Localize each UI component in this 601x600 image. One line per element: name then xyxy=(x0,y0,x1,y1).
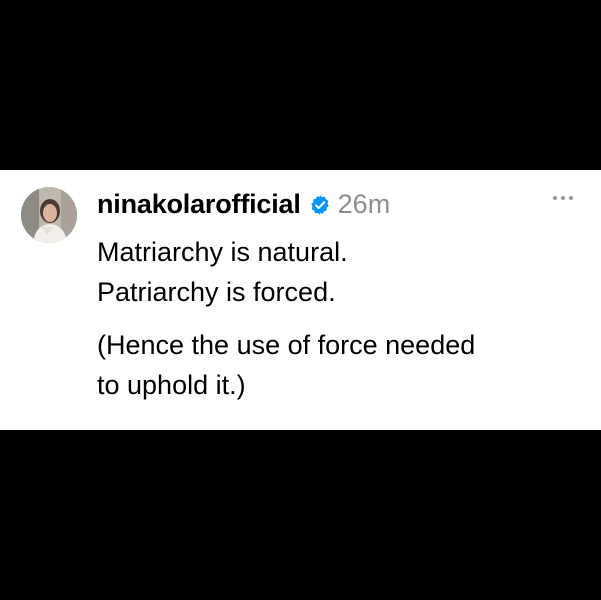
dot xyxy=(561,196,565,200)
post-line: (Hence the use of force needed xyxy=(97,330,476,360)
post-card: ninakolarofficial 26m Matriarchy is natu… xyxy=(0,170,601,430)
post-text: Matriarchy is natural. Patriarchy is for… xyxy=(97,232,577,405)
dot xyxy=(553,196,557,200)
username[interactable]: ninakolarofficial xyxy=(97,189,301,220)
post-line: to uphold it.) xyxy=(97,370,246,400)
post-line: Patriarchy is forced. xyxy=(97,277,336,307)
more-options-icon[interactable] xyxy=(553,196,573,200)
screenshot-frame: ninakolarofficial 26m Matriarchy is natu… xyxy=(0,0,601,600)
verified-badge-icon xyxy=(309,194,331,216)
avatar[interactable] xyxy=(21,187,77,243)
post-timestamp[interactable]: 26m xyxy=(338,189,391,220)
post-header: ninakolarofficial 26m xyxy=(97,184,390,224)
post-line: Matriarchy is natural. xyxy=(97,237,348,267)
avatar-photo-icon xyxy=(21,187,77,243)
dot xyxy=(569,196,573,200)
